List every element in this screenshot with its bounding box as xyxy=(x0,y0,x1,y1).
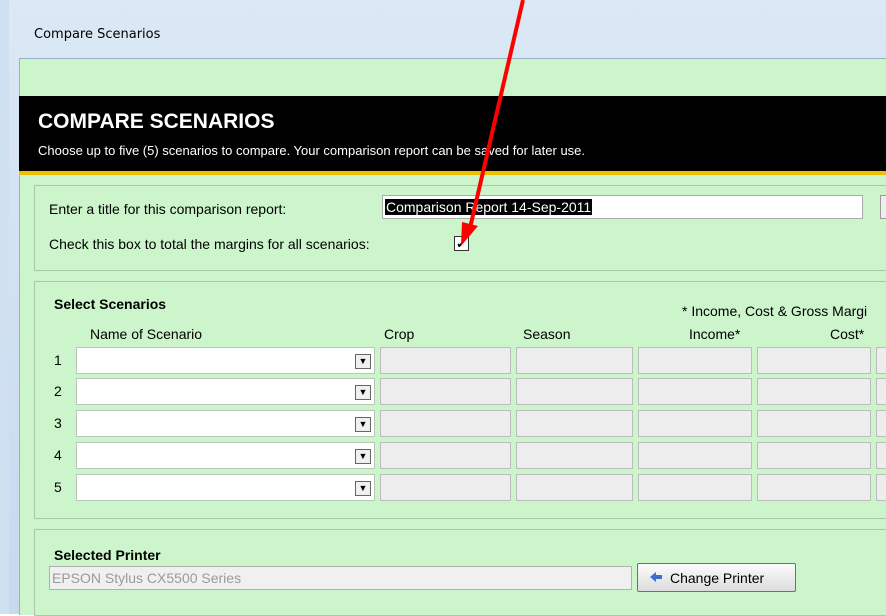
scenario-crop-cell xyxy=(380,410,511,437)
scenario-extra-cell xyxy=(876,442,886,469)
total-margins-label: Check this box to total the margins for … xyxy=(49,236,370,252)
scenario-cost-cell xyxy=(757,442,871,469)
chevron-down-icon[interactable]: ▼ xyxy=(355,449,371,464)
scenario-season-cell xyxy=(516,347,633,374)
scenario-name-select[interactable]: ▼ xyxy=(76,442,375,469)
scenario-row-number: 2 xyxy=(54,383,62,399)
column-header-name: Name of Scenario xyxy=(90,326,203,342)
scenario-season-cell xyxy=(516,442,633,469)
scenario-row-number: 1 xyxy=(54,352,62,368)
scenario-season-cell xyxy=(516,474,633,501)
chevron-down-icon[interactable]: ▼ xyxy=(355,385,371,400)
scenario-income-cell xyxy=(638,347,752,374)
report-title-value: Comparison Report 14-Sep-2011 xyxy=(385,199,593,215)
scenario-name-select[interactable]: ▼ xyxy=(76,410,375,437)
report-title-input[interactable]: Comparison Report 14-Sep-2011 xyxy=(382,195,863,219)
chevron-down-icon[interactable]: ▼ xyxy=(355,481,371,496)
arrow-left-icon xyxy=(650,572,662,582)
scenario-income-cell xyxy=(638,410,752,437)
scenario-crop-cell xyxy=(380,347,511,374)
column-header-crop: Crop xyxy=(384,326,415,342)
change-printer-button[interactable]: Change Printer xyxy=(637,563,796,592)
scenario-name-select[interactable]: ▼ xyxy=(76,347,375,374)
page-title: COMPARE SCENARIOS xyxy=(38,110,275,133)
scenario-cost-cell xyxy=(757,347,871,374)
change-printer-label: Change Printer xyxy=(670,570,765,586)
scenario-income-cell xyxy=(638,378,752,405)
scenario-extra-cell xyxy=(876,378,886,405)
scenario-name-select[interactable]: ▼ xyxy=(76,378,375,405)
column-header-season: Season xyxy=(523,326,571,342)
scenario-row-number: 4 xyxy=(54,447,62,463)
column-header-cost: Cost* xyxy=(830,326,865,342)
scenarios-section-title: Select Scenarios xyxy=(54,296,167,312)
header-divider xyxy=(19,171,886,175)
scenario-cost-cell xyxy=(757,410,871,437)
scenario-crop-cell xyxy=(380,442,511,469)
printer-section-title: Selected Printer xyxy=(54,547,161,563)
scenario-crop-cell xyxy=(380,378,511,405)
title-bar[interactable]: Compare Scenarios xyxy=(9,0,886,52)
total-margins-checkbox[interactable]: ✓ xyxy=(454,236,469,251)
scenarios-note: * Income, Cost & Gross Margi xyxy=(682,303,868,319)
scenario-season-cell xyxy=(516,410,633,437)
scenario-row-number: 5 xyxy=(54,479,62,495)
chevron-down-icon[interactable]: ▼ xyxy=(355,417,371,432)
chevron-down-icon[interactable]: ▼ xyxy=(355,354,371,369)
selected-printer-field: EPSON Stylus CX5500 Series xyxy=(49,566,632,590)
scenario-season-cell xyxy=(516,378,633,405)
scenario-name-select[interactable]: ▼ xyxy=(76,474,375,501)
scenario-income-cell xyxy=(638,442,752,469)
scenario-crop-cell xyxy=(380,474,511,501)
scenario-cost-cell xyxy=(757,474,871,501)
scenario-extra-cell xyxy=(876,347,886,374)
scenario-income-cell xyxy=(638,474,752,501)
report-side-button[interactable] xyxy=(880,195,886,219)
scenario-extra-cell xyxy=(876,410,886,437)
window-title: Compare Scenarios xyxy=(34,27,161,42)
column-header-income: Income* xyxy=(689,326,741,342)
page-subtitle: Choose up to five (5) scenarios to compa… xyxy=(38,143,586,158)
scenario-cost-cell xyxy=(757,378,871,405)
report-title-label: Enter a title for this comparison report… xyxy=(49,201,287,217)
scenario-extra-cell xyxy=(876,474,886,501)
scenario-row-number: 3 xyxy=(54,415,62,431)
